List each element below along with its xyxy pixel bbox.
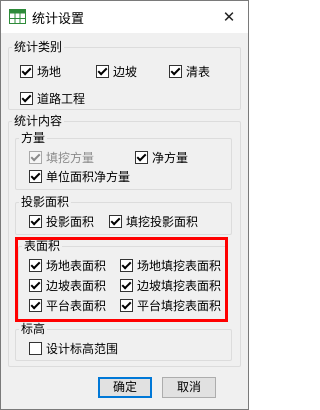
checkbox-slope-cut-fill-surface-area-box[interactable] — [120, 278, 133, 292]
checkbox-platform-cut-fill-surface-area-box[interactable] — [120, 298, 133, 312]
checkbox-design-elevation-range[interactable]: 设计标高范围 — [29, 340, 118, 356]
checkbox-slope-surface-area-box[interactable] — [29, 278, 42, 292]
checkbox-clearing[interactable]: 清表 — [169, 63, 210, 79]
projected-area-group-label: 投影面积 — [21, 195, 70, 209]
ok-button[interactable]: 确定 — [98, 377, 152, 398]
checkbox-cut-fill-projected-area-box[interactable] — [109, 214, 122, 228]
checkbox-cut-fill-volume-box — [29, 150, 42, 164]
checkbox-road-engineering-label: 道路工程 — [37, 91, 86, 106]
checkbox-site-box[interactable] — [20, 64, 33, 78]
checkbox-cut-fill-volume-label: 填挖方量 — [46, 150, 95, 165]
dialog-window: 统计设置 ✕ 统计类别 场地 边坡 清表 道路工程 统计内容 方量 填挖方量 净… — [0, 0, 249, 410]
elevation-group-label: 标高 — [21, 322, 46, 336]
checkbox-platform-surface-area-label: 平台表面积 — [46, 298, 107, 313]
spreadsheet-app-icon — [9, 9, 26, 24]
checkbox-slope-surface-area[interactable]: 边坡表面积 — [29, 277, 106, 293]
checkbox-clearing-box[interactable] — [169, 64, 182, 78]
close-button[interactable]: ✕ — [210, 1, 248, 33]
checkbox-site-label: 场地 — [37, 64, 62, 79]
checkbox-clearing-label: 清表 — [186, 64, 211, 79]
checkbox-site-surface-area-label: 场地表面积 — [46, 258, 107, 273]
checkbox-site-cut-fill-surface-area-box[interactable] — [120, 258, 133, 272]
checkbox-projected-area[interactable]: 投影面积 — [29, 213, 94, 229]
checkbox-projected-area-label: 投影面积 — [46, 214, 95, 229]
category-group-label: 统计类别 — [14, 40, 63, 54]
checkbox-site-surface-area-box[interactable] — [29, 258, 42, 272]
content-group-label: 统计内容 — [14, 114, 63, 128]
surface-area-group-label: 表面积 — [24, 239, 61, 253]
checkbox-slope-label: 边坡 — [113, 64, 138, 79]
volume-group-label: 方量 — [21, 131, 46, 145]
checkbox-road-engineering[interactable]: 道路工程 — [20, 90, 85, 106]
checkbox-design-elevation-range-label: 设计标高范围 — [46, 341, 119, 356]
window-title: 统计设置 — [32, 12, 85, 27]
checkbox-net-volume[interactable]: 净方量 — [135, 149, 188, 165]
checkbox-platform-cut-fill-surface-area[interactable]: 平台填挖表面积 — [120, 297, 221, 313]
checkbox-platform-surface-area[interactable]: 平台表面积 — [29, 297, 106, 313]
checkbox-site-cut-fill-surface-area-label: 场地填挖表面积 — [137, 258, 222, 273]
checkbox-cut-fill-volume: 填挖方量 — [29, 149, 94, 165]
checkbox-slope-box[interactable] — [96, 64, 109, 78]
checkbox-slope-cut-fill-surface-area[interactable]: 边坡填挖表面积 — [120, 277, 221, 293]
checkbox-platform-cut-fill-surface-area-label: 平台填挖表面积 — [137, 298, 222, 313]
checkbox-site-surface-area[interactable]: 场地表面积 — [29, 257, 106, 273]
checkbox-cut-fill-projected-area-label: 填挖投影面积 — [126, 214, 199, 229]
checkbox-projected-area-box[interactable] — [29, 214, 42, 228]
checkbox-net-volume-per-area[interactable]: 单位面积净方量 — [29, 168, 130, 184]
checkbox-site[interactable]: 场地 — [20, 63, 61, 79]
title-bar[interactable]: 统计设置 ✕ — [1, 1, 248, 33]
close-icon: ✕ — [222, 8, 236, 26]
checkbox-slope-cut-fill-surface-area-label: 边坡填挖表面积 — [137, 278, 222, 293]
checkbox-site-cut-fill-surface-area[interactable]: 场地填挖表面积 — [120, 257, 221, 273]
checkbox-net-volume-label: 净方量 — [152, 150, 189, 165]
checkbox-net-volume-per-area-box[interactable] — [29, 169, 42, 183]
cancel-button[interactable]: 取消 — [162, 377, 216, 398]
checkbox-platform-surface-area-box[interactable] — [29, 298, 42, 312]
checkbox-design-elevation-range-box[interactable] — [29, 341, 42, 355]
checkbox-slope-surface-area-label: 边坡表面积 — [46, 278, 107, 293]
checkbox-net-volume-box[interactable] — [135, 150, 148, 164]
checkbox-road-engineering-box[interactable] — [20, 91, 33, 105]
checkbox-net-volume-per-area-label: 单位面积净方量 — [46, 169, 131, 184]
checkbox-cut-fill-projected-area[interactable]: 填挖投影面积 — [109, 213, 198, 229]
checkbox-slope[interactable]: 边坡 — [96, 63, 137, 79]
